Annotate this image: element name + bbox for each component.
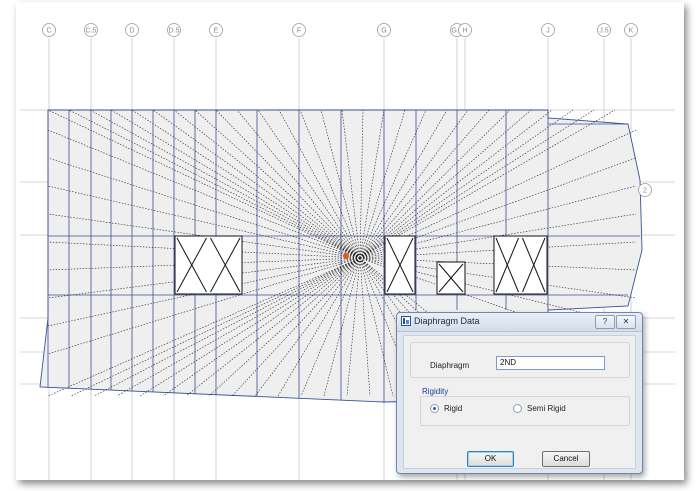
grid-bubble-text-H: H	[462, 28, 467, 35]
grid-bubble-text-G: G	[381, 28, 386, 35]
diaphragm-label: Diaphragm	[430, 361, 470, 370]
semi-rigid-radio[interactable]	[513, 404, 522, 413]
grid-bubble-text-F: F	[297, 28, 301, 35]
grid-bubble-text-right: 2	[643, 188, 647, 195]
diaphragm-data-dialog[interactable]: Diaphragm Data ? ✕ Diaphragm 2ND Rigidit…	[396, 312, 643, 474]
grid-bubble-E: E	[209, 23, 223, 37]
close-button[interactable]: ✕	[616, 315, 636, 329]
app-icon	[401, 316, 411, 326]
grid-bubble-G: G	[377, 23, 391, 37]
grid-bubble-C.5: C.5	[84, 23, 98, 37]
grid-bubble-K: K	[624, 23, 638, 37]
grid-bubble-text-J: J	[546, 28, 550, 35]
diaphragm-center-marker	[343, 253, 349, 259]
grid-bubble-text-C.5: C.5	[86, 28, 97, 35]
grid-bubble-text-C: C	[46, 28, 51, 35]
center-marker-dot	[343, 253, 349, 259]
dialog-titlebar[interactable]: Diaphragm Data ? ✕	[397, 313, 642, 332]
grid-bubble-text-K: K	[629, 28, 634, 35]
rigid-radio[interactable]	[430, 404, 439, 413]
semi-rigid-radio-label[interactable]: Semi Rigid	[527, 404, 566, 413]
diaphragm-name-input[interactable]: 2ND	[496, 356, 605, 370]
grid-bubble-text-D.5: D.5	[169, 28, 180, 35]
dialog-body: Diaphragm 2ND Rigidity Rigid Semi Rigid …	[403, 335, 636, 469]
grid-bubble-D: D	[125, 23, 139, 37]
grid-bubble-2: 2	[638, 183, 652, 197]
cad-viewport[interactable]: C C.5 D D.5 E F G G.9 H J J.5 K 2 Diaphragm Data ? ✕…	[0, 0, 700, 491]
grid-bubble-J: J	[541, 23, 555, 37]
grid-bubble-text-D: D	[129, 28, 134, 35]
rigidity-label: Rigidity	[422, 387, 449, 396]
cancel-button[interactable]: Cancel	[542, 451, 590, 467]
grid-bubble-F: F	[292, 23, 306, 37]
grid-bubble-text-E: E	[214, 28, 219, 35]
grid-bubble-text-J.5: J.5	[599, 28, 608, 35]
grid-bubble-D.5: D.5	[167, 23, 181, 37]
grid-bubble-J.5: J.5	[597, 23, 611, 37]
opening-0	[174, 235, 243, 295]
rigid-radio-label[interactable]: Rigid	[444, 404, 462, 413]
opening-3	[493, 235, 548, 295]
grid-bubble-C: C	[42, 23, 56, 37]
dialog-title: Diaphragm Data	[414, 316, 480, 326]
ok-button[interactable]: OK	[467, 451, 514, 467]
help-button[interactable]: ?	[595, 315, 615, 329]
grid-bubble-H: H	[458, 23, 472, 37]
